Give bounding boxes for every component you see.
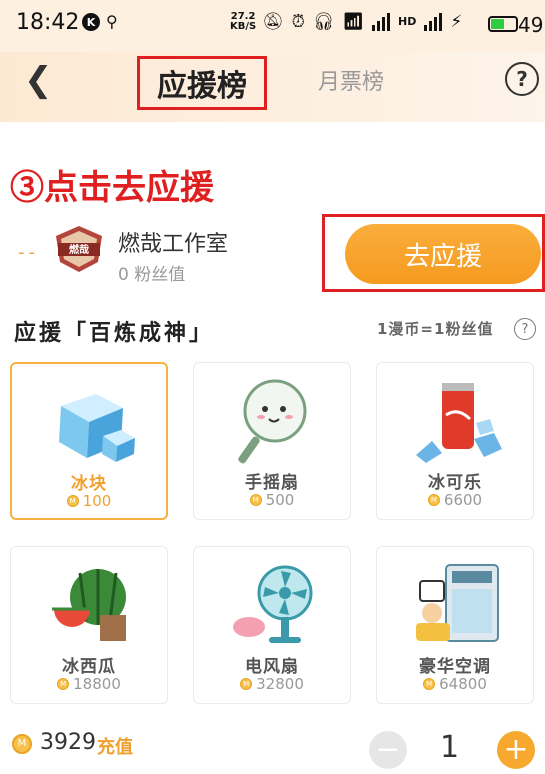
tab-monthly-ticket-ranking[interactable]: 月票榜 xyxy=(318,64,384,96)
coin-icon: M xyxy=(66,495,79,507)
headphone-icon: 🎧︎ xyxy=(312,12,335,32)
hand-fan-icon xyxy=(238,379,307,464)
decrease-quantity-button[interactable]: − xyxy=(369,731,407,769)
ice-cube-icon xyxy=(59,394,135,462)
back-icon[interactable]: ❮ xyxy=(24,60,53,100)
gift-card-hand-fan[interactable]: 手摇扇 M 500 xyxy=(193,362,351,520)
coin-icon: M xyxy=(427,494,440,506)
section-title: 应援「百炼成神」 xyxy=(14,321,215,346)
charging-icon: ⚡︎ xyxy=(450,12,463,32)
dash-divider: -- xyxy=(18,242,39,263)
iced-cola-icon xyxy=(416,383,502,463)
electric-fan-icon xyxy=(233,565,313,643)
increase-quantity-button[interactable]: + xyxy=(497,731,535,769)
fan-value: 0 粉丝值 xyxy=(118,265,186,285)
tab-support-ranking[interactable]: 应援榜 xyxy=(137,56,267,110)
gift-card-electric-fan[interactable]: 电风扇 M 32800 xyxy=(193,546,351,704)
studio-logo: 燃哉 xyxy=(56,226,102,272)
hd-icon: HD xyxy=(398,15,417,28)
status-time: 18:42 xyxy=(16,10,80,35)
coin-icon: M xyxy=(57,678,70,690)
usb-icon: ⚲ xyxy=(106,12,118,31)
gift-card-watermelon[interactable]: 冰西瓜 M 18800 xyxy=(10,546,168,704)
studio-name: 燃哉工作室 xyxy=(118,232,229,257)
studio-logo-text: 燃哉 xyxy=(69,243,89,256)
recharge-link[interactable]: 充值 xyxy=(97,733,133,759)
coin-icon: M xyxy=(423,678,436,690)
k-badge-icon: K xyxy=(82,13,100,31)
coin-icon: M xyxy=(240,678,253,690)
coin-icon: M xyxy=(12,734,32,754)
coin-icon: M xyxy=(249,494,262,506)
help-icon[interactable]: ? xyxy=(505,62,539,96)
battery-icon xyxy=(488,16,518,32)
exchange-rate: 1漫币=1粉丝值 xyxy=(377,320,494,338)
signal-icon-2 xyxy=(424,13,443,31)
rate-help-icon[interactable]: ? xyxy=(514,318,536,340)
gift-card-ice-cube[interactable]: 冰块 M 100 xyxy=(10,362,168,520)
wifi-icon: 📶︎ xyxy=(342,12,365,32)
gift-card-air-conditioner[interactable]: 豪华空调 M 64800 xyxy=(376,546,534,704)
network-speed: 27.2 KB/S xyxy=(230,11,257,32)
alarm-icon: ⏰︎ xyxy=(291,12,305,32)
quantity-value: 1 xyxy=(440,730,460,765)
air-conditioner-icon xyxy=(416,564,499,642)
go-support-button[interactable]: 去应援 xyxy=(345,224,541,284)
watermelon-icon xyxy=(52,569,126,641)
signal-icon xyxy=(372,13,391,31)
mute-icon: 🔕︎ xyxy=(262,12,284,32)
status-bar: 18:42 K ⚲ 27.2 KB/S 🔕︎ ⏰︎ 🎧︎ 📶︎ HD ⚡︎ 49 xyxy=(0,0,545,52)
instruction-annotation: ③点击去应援 xyxy=(10,168,214,208)
header: ❮ 应援榜 月票榜 ? xyxy=(0,52,545,122)
battery-level: 49 xyxy=(518,13,544,37)
gift-card-iced-cola[interactable]: 冰可乐 M 6600 xyxy=(376,362,534,520)
coin-balance: 3929 xyxy=(40,730,96,755)
